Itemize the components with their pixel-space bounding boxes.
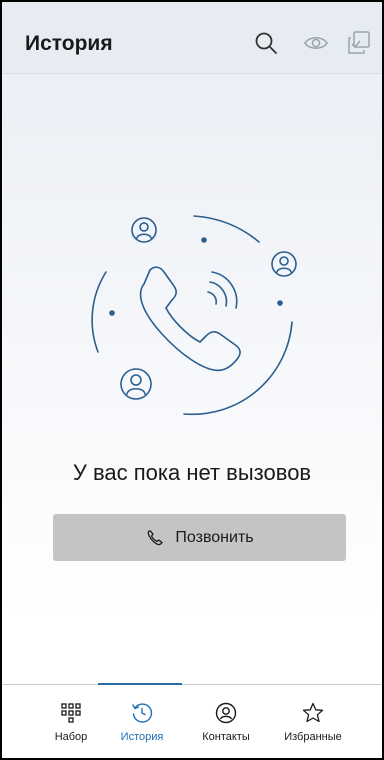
arc-right [183,321,293,416]
copy-check-icon[interactable] [344,28,374,58]
empty-state-message: У вас пока нет вызовов [72,460,312,485]
history-icon [132,703,153,723]
phone-handset-icon [139,266,241,372]
call-button[interactable]: Позвонить [53,514,346,561]
contact-avatar-icon-right [271,251,297,277]
bottom-navigation: Набор История Контакты Избранные [2,683,382,758]
dialpad-icon [61,703,81,723]
star-icon [302,702,324,723]
screen: История У вас пока нет вызовов Позвонить… [0,0,384,760]
page-title: История [25,32,113,55]
nav-item-favorites[interactable]: Избранные [273,701,353,743]
nav-label-favorites: Избранные [284,731,342,743]
contacts-icon [215,702,237,724]
nav-item-contacts[interactable]: Контакты [186,701,266,743]
nav-label-dialpad: Набор [54,731,88,743]
nav-item-history[interactable]: История [102,701,182,743]
app-header: История [2,2,382,74]
nav-label-history: История [120,731,164,743]
contact-avatar-icon-bottom [120,368,152,400]
phone-icon [148,529,164,545]
nav-label-contacts: Контакты [202,731,250,743]
phone-with-contacts-illustration [91,215,297,416]
active-tab-indicator [98,683,182,685]
call-button-label: Позвонить [175,528,254,546]
search-icon[interactable] [251,28,281,58]
nav-item-dialpad[interactable]: Набор [31,701,111,743]
contact-avatar-icon-top [131,217,157,243]
arc-left [91,271,107,353]
eye-icon[interactable] [301,28,331,58]
